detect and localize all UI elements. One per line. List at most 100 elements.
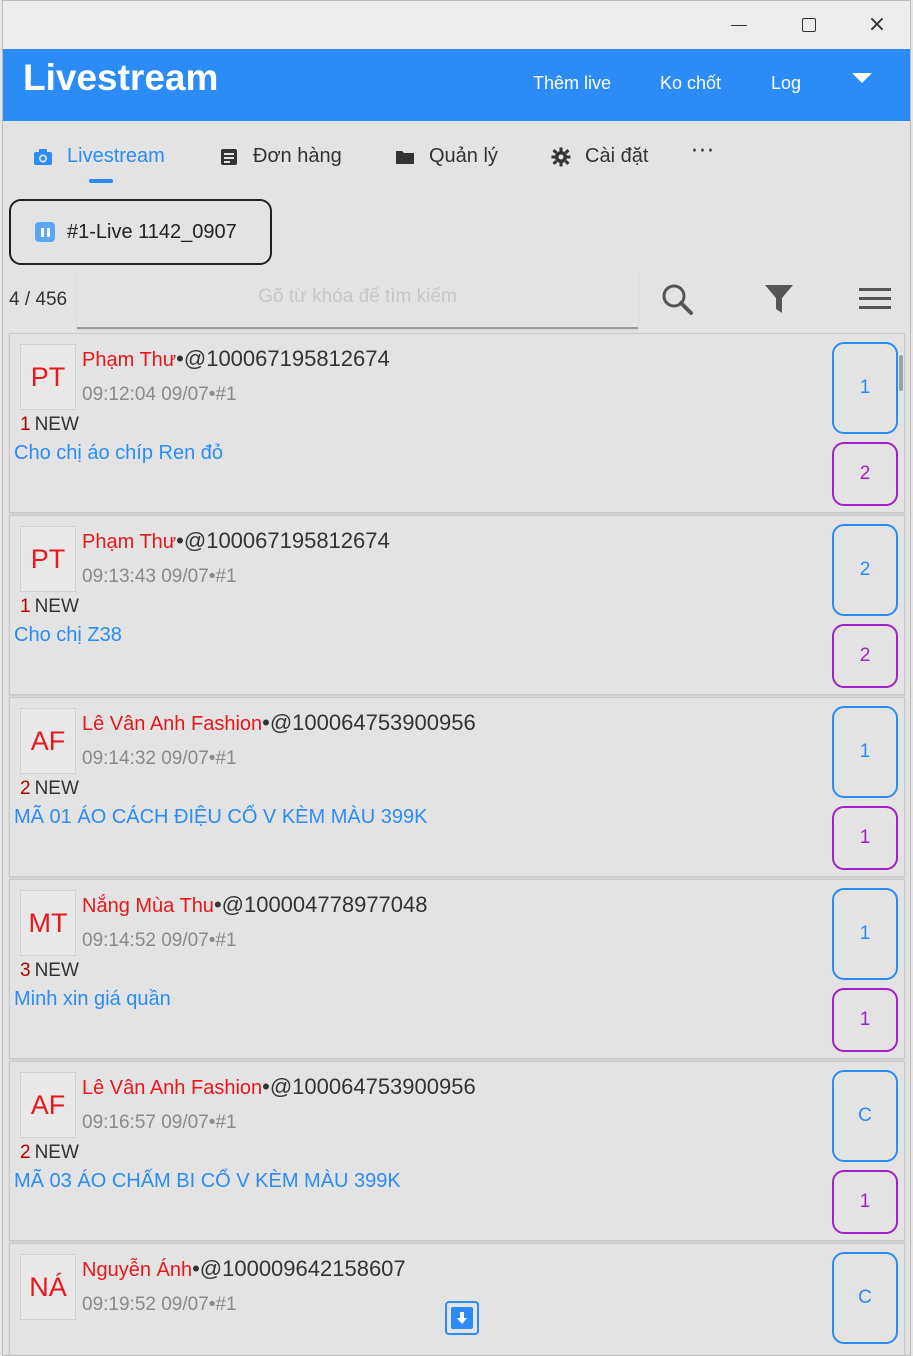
commenter-line: Nắng Mùa Thu•@100004778977048 xyxy=(82,892,428,918)
scroll-to-bottom-button[interactable] xyxy=(445,1301,479,1335)
comment-card[interactable]: PT Phạm Thư•@100067195812674 09:12:04 09… xyxy=(9,333,905,513)
new-count: 1 xyxy=(20,596,31,617)
app-window: × Livestream Thêm live Ko chốt Log Lives… xyxy=(2,0,911,1356)
comment-time: 09:14:52 09/07•#1 xyxy=(82,930,237,951)
comment-card[interactable]: AF Lê Vân Anh Fashion•@100064753900956 0… xyxy=(9,697,905,877)
log-button[interactable]: Log xyxy=(771,73,801,94)
document-icon xyxy=(219,147,239,167)
add-live-button[interactable]: Thêm live xyxy=(533,73,611,94)
commenter-id: •@100004778977048 xyxy=(213,892,428,917)
new-count: 2 xyxy=(20,778,31,799)
commenter-name[interactable]: Lê Vân Anh Fashion xyxy=(82,1077,262,1099)
comment-text: Cho chị áo chíp Ren đỏ xyxy=(14,442,224,464)
scrollbar-thumb[interactable] xyxy=(899,355,903,391)
quantity-badge[interactable]: 2 xyxy=(832,442,898,506)
order-count-badge[interactable]: 1 xyxy=(832,888,898,980)
comment-text: Minh xin giá quần xyxy=(14,988,171,1010)
order-count-badge[interactable]: 1 xyxy=(832,706,898,798)
maximize-icon xyxy=(802,18,816,32)
app-bar: Livestream Thêm live Ko chốt Log xyxy=(3,49,910,121)
commenter-name[interactable]: Phạm Thư xyxy=(82,349,176,371)
maximize-button[interactable] xyxy=(789,9,829,41)
comment-time: 09:13:43 09/07•#1 xyxy=(82,566,237,587)
commenter-name[interactable]: Phạm Thư xyxy=(82,531,176,553)
camera-icon xyxy=(33,147,53,167)
commenter-name[interactable]: Lê Vân Anh Fashion xyxy=(82,713,262,735)
comment-card[interactable]: PT Phạm Thư•@100067195812674 09:13:43 09… xyxy=(9,515,905,695)
close-button[interactable]: × xyxy=(857,9,897,41)
gear-icon xyxy=(551,147,571,167)
comment-card[interactable]: MT Nắng Mùa Thu•@100004778977048 09:14:5… xyxy=(9,879,905,1059)
new-order-status: 1 NEW xyxy=(20,596,79,618)
comment-list: PT Phạm Thư•@100067195812674 09:12:04 09… xyxy=(3,331,910,1355)
commenter-line: Lê Vân Anh Fashion•@100064753900956 xyxy=(82,1074,476,1100)
comment-time: 09:16:57 09/07•#1 xyxy=(82,1112,237,1133)
commenter-id: •@100067195812674 xyxy=(176,528,390,553)
avatar: AF xyxy=(20,708,76,774)
commenter-name[interactable]: Nguyễn Ánh xyxy=(82,1259,192,1281)
order-count-badge[interactable]: 1 xyxy=(832,342,898,434)
arrow-down-icon xyxy=(451,1307,473,1329)
avatar: PT xyxy=(20,526,76,592)
tab-livestream[interactable]: Livestream xyxy=(33,145,165,168)
new-order-status: 2 NEW xyxy=(20,778,79,800)
comment-card[interactable]: AF Lê Vân Anh Fashion•@100064753900956 0… xyxy=(9,1061,905,1241)
tab-orders[interactable]: Đơn hàng xyxy=(219,145,342,168)
comment-card[interactable]: NÁ Nguyễn Ánh•@100009642158607 09:19:52 … xyxy=(9,1243,905,1355)
live-session-label: #1-Live 1142_0907 xyxy=(67,220,237,243)
menu-icon[interactable] xyxy=(857,281,893,317)
commenter-line: Phạm Thư•@100067195812674 xyxy=(82,346,390,372)
live-session-chip[interactable]: #1-Live 1142_0907 xyxy=(9,199,272,265)
avatar: PT xyxy=(20,344,76,410)
new-order-status: 1 NEW xyxy=(20,414,79,436)
caret-down-icon[interactable] xyxy=(852,73,872,83)
active-tab-indicator xyxy=(89,179,113,183)
quantity-badge[interactable]: 1 xyxy=(832,806,898,870)
tab-settings[interactable]: Cài đặt xyxy=(551,145,648,168)
folder-icon xyxy=(395,147,415,167)
comment-time: 09:12:04 09/07•#1 xyxy=(82,384,237,405)
comment-time: 09:19:52 09/07•#1 xyxy=(82,1294,237,1315)
new-order-status: 3 NEW xyxy=(20,960,79,982)
new-label: NEW xyxy=(34,778,79,799)
commenter-name[interactable]: Nắng Mùa Thu xyxy=(82,895,214,917)
commenter-id: •@100064753900956 xyxy=(262,1074,476,1099)
result-count: 4 / 456 xyxy=(9,289,68,310)
tab-label: Cài đặt xyxy=(585,145,649,167)
tab-manage[interactable]: Quản lý xyxy=(395,145,498,168)
commenter-line: Phạm Thư•@100067195812674 xyxy=(82,528,390,554)
order-count-badge[interactable]: C xyxy=(832,1070,898,1162)
tab-label: Đơn hàng xyxy=(253,145,342,167)
new-label: NEW xyxy=(34,596,79,617)
new-label: NEW xyxy=(34,414,79,435)
filter-icon[interactable] xyxy=(761,281,797,317)
commenter-id: •@100067195812674 xyxy=(176,346,390,371)
new-count: 2 xyxy=(20,1142,31,1163)
search-input[interactable]: Gõ từ khóa để tìm kiếm xyxy=(77,267,638,329)
close-icon: × xyxy=(867,12,887,37)
comment-time: 09:14:32 09/07•#1 xyxy=(82,748,237,769)
title-bar: × xyxy=(3,1,910,49)
new-order-status: 2 NEW xyxy=(20,1142,79,1164)
commenter-line: Nguyễn Ánh•@100009642158607 xyxy=(82,1256,406,1282)
more-tabs-button[interactable]: ··· xyxy=(691,139,715,164)
new-label: NEW xyxy=(34,1142,79,1163)
order-count-badge[interactable]: 2 xyxy=(832,524,898,616)
not-closed-button[interactable]: Ko chốt xyxy=(660,73,721,94)
quantity-badge[interactable]: 1 xyxy=(832,1170,898,1234)
order-count-badge[interactable]: C xyxy=(832,1252,898,1344)
quantity-badge[interactable]: 1 xyxy=(832,988,898,1052)
tab-label: Quản lý xyxy=(429,145,498,167)
app-title: Livestream xyxy=(23,57,219,98)
avatar: MT xyxy=(20,890,76,956)
minimize-button[interactable] xyxy=(719,9,759,41)
commenter-id: •@100064753900956 xyxy=(262,710,476,735)
quantity-badge[interactable]: 2 xyxy=(832,624,898,688)
search-icon[interactable] xyxy=(659,281,695,317)
comment-text: MÃ 03 ÁO CHẤM BI CỔ V KÈM MÀU 399K xyxy=(14,1170,401,1192)
avatar: AF xyxy=(20,1072,76,1138)
pause-icon xyxy=(35,222,55,242)
avatar: NÁ xyxy=(20,1254,76,1320)
tab-label: Livestream xyxy=(67,145,165,167)
commenter-line: Lê Vân Anh Fashion•@100064753900956 xyxy=(82,710,476,736)
